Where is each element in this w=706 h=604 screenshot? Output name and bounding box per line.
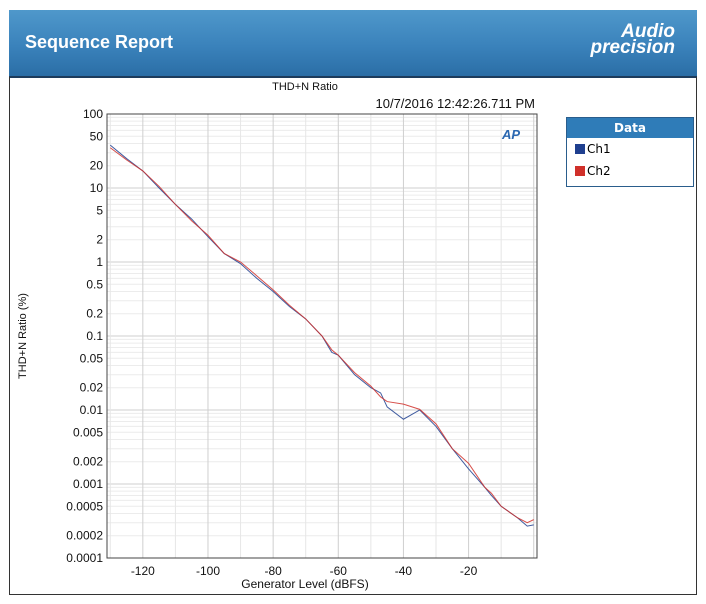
y-tick-label: 2 — [96, 233, 103, 247]
y-tick-label: 0.005 — [73, 425, 103, 439]
y-tick-label: 0.2 — [86, 307, 103, 321]
y-tick-label: 0.002 — [73, 455, 103, 469]
y-tick-label: 0.02 — [80, 381, 104, 395]
y-tick-label: 0.1 — [86, 329, 103, 343]
y-tick-label: 5 — [96, 203, 103, 217]
y-tick-label: 0.05 — [80, 351, 104, 365]
ap-watermark-icon: AP — [501, 127, 520, 142]
y-tick-label: 10 — [90, 181, 104, 195]
y-axis-label: THD+N Ratio (%) — [17, 293, 29, 379]
chart-timestamp: 10/7/2016 12:42:26.711 PM — [376, 96, 536, 111]
y-tick-label: 0.0002 — [66, 529, 103, 543]
x-tick-label: -20 — [460, 564, 478, 578]
x-tick-label: -100 — [196, 564, 220, 578]
y-tick-label: 1 — [96, 255, 103, 269]
x-tick-label: -40 — [395, 564, 413, 578]
y-tick-label: 50 — [90, 129, 104, 143]
legend-title: Data — [567, 118, 693, 138]
y-tick-label: 0.0005 — [66, 499, 103, 513]
legend-item-ch2: Ch2 — [567, 160, 693, 182]
x-tick-label: -120 — [131, 564, 155, 578]
y-tick-label: 20 — [90, 159, 104, 173]
y-tick-label: 100 — [83, 107, 103, 121]
legend-item-ch1: Ch1 — [567, 138, 693, 160]
legend-swatch — [575, 144, 585, 154]
x-tick-label: -80 — [264, 564, 282, 578]
x-tick-label: -60 — [330, 564, 348, 578]
thd-chart: 100 50 20 10 5 2 1 0.5 0.2 0.1 0.05 0.02 0.01 0.005 0.… — [17, 81, 538, 591]
chart-title: THD+N Ratio — [272, 81, 338, 93]
legend: Data Ch1 Ch2 — [566, 117, 694, 187]
y-tick-label: 0.0001 — [66, 551, 103, 565]
legend-swatch — [575, 166, 585, 176]
y-tick-label: 0.5 — [86, 277, 103, 291]
x-axis-label: Generator Level (dBFS) — [241, 577, 368, 591]
y-tick-label: 0.01 — [80, 403, 104, 417]
y-tick-label: 0.001 — [73, 477, 103, 491]
